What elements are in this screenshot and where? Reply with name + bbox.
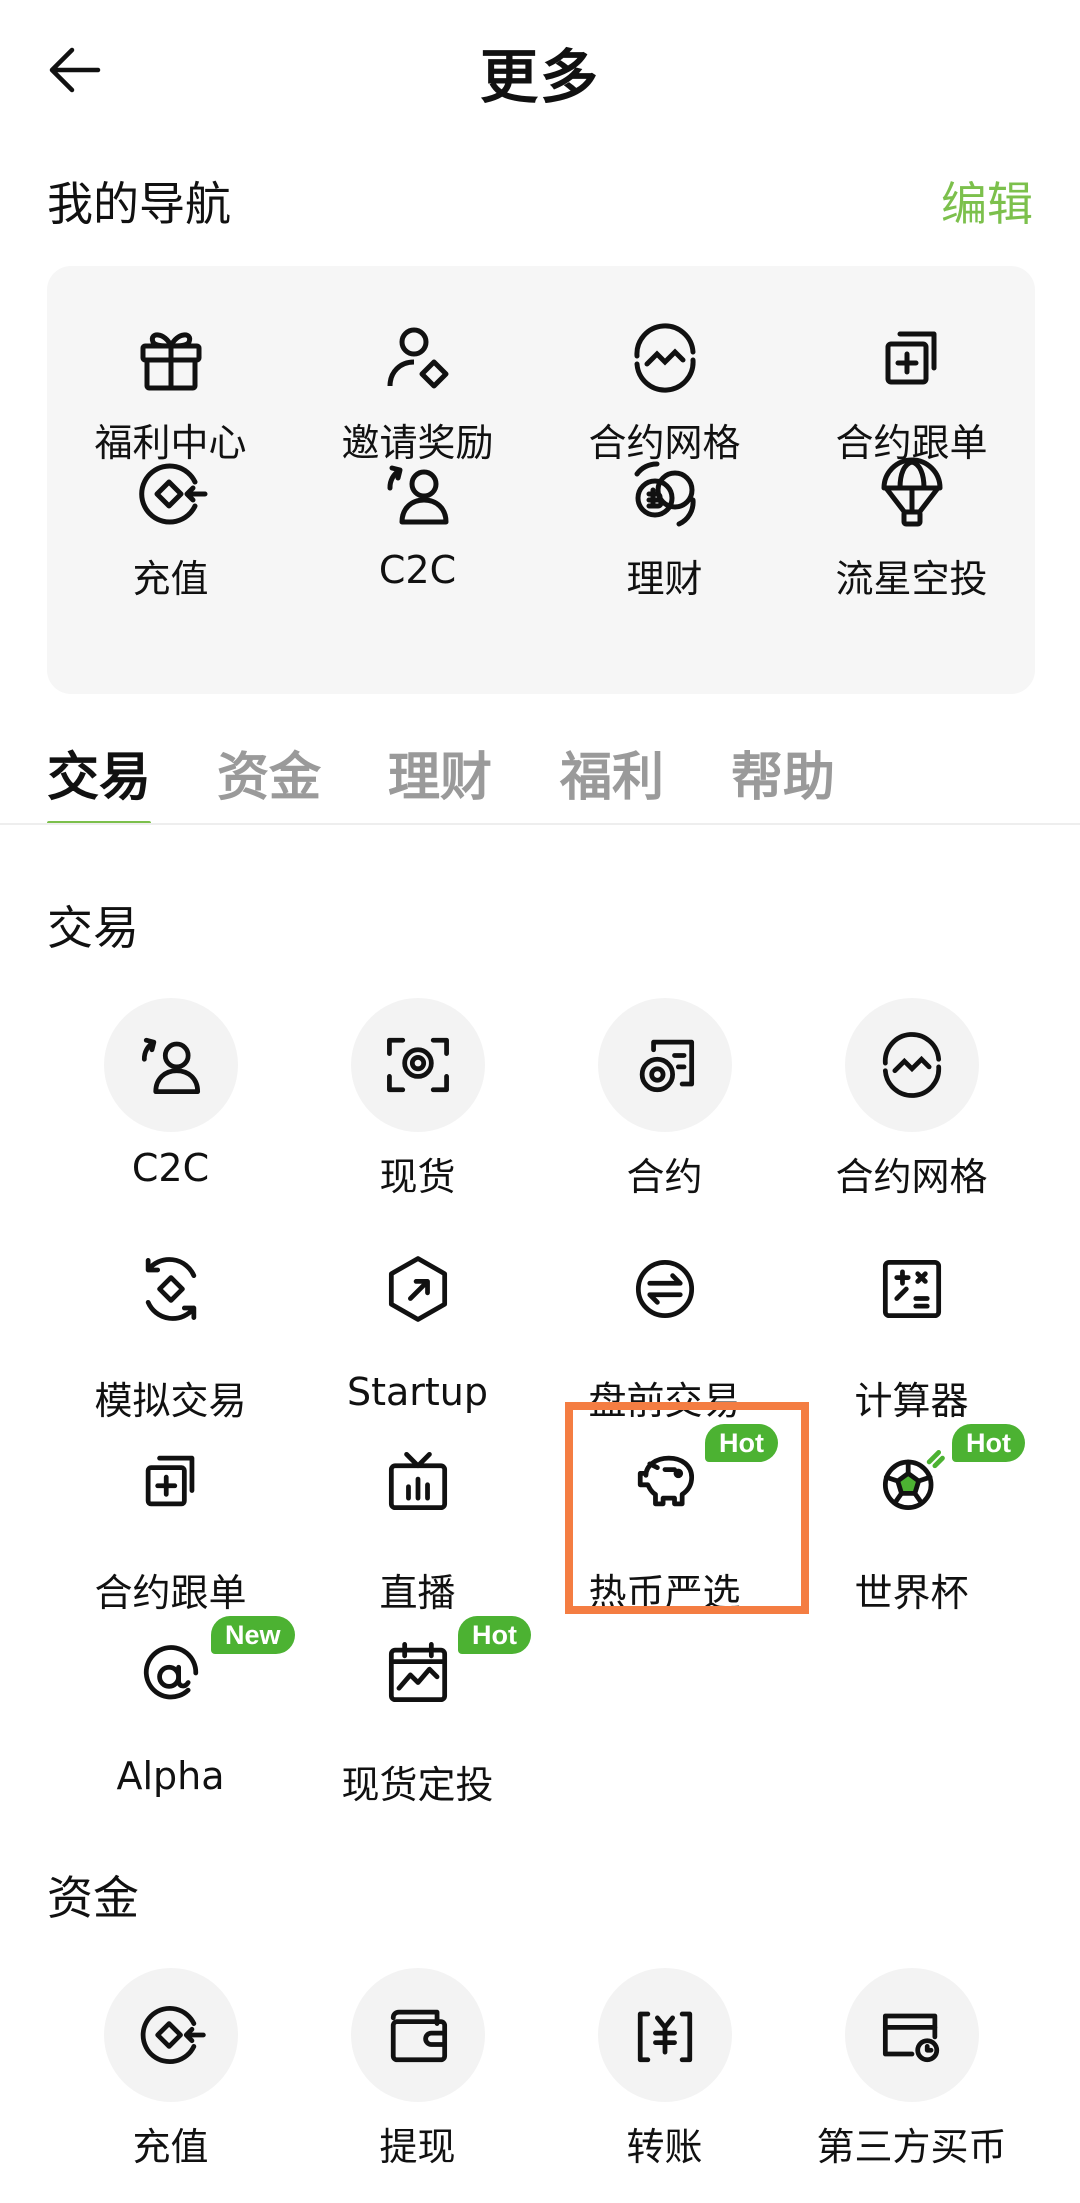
hot-badge: Hot (458, 1616, 531, 1654)
c2c-icon (376, 452, 460, 536)
airdrop-icon (870, 452, 954, 536)
tab-help[interactable]: 帮助 (731, 735, 835, 810)
futures-icon (597, 998, 732, 1132)
trade-section-title: 交易 (47, 901, 139, 955)
deposit-icon (129, 452, 213, 536)
funds-item-transfer[interactable]: 转账 (541, 1968, 788, 2171)
funds-item-deposit[interactable]: 充值 (47, 1968, 294, 2171)
c2c-icon (103, 998, 238, 1132)
demo-trading-icon (104, 1222, 238, 1356)
trade-item-copy-trade[interactable]: 合约跟单 (47, 1414, 294, 1617)
tab-trade[interactable]: 交易 (47, 735, 151, 810)
trade-item-startup[interactable]: Startup (294, 1222, 541, 1414)
my-nav-panel: 福利中心 邀请奖励 合约网格 合约跟单 充值 C2C 理财 流星空投 (47, 266, 1035, 694)
grid-trading-icon (844, 998, 979, 1132)
trade-item-calculator[interactable]: 计算器 (788, 1222, 1035, 1425)
new-badge: New (211, 1616, 295, 1654)
trade-item-premarket[interactable]: 盘前交易 (541, 1222, 788, 1425)
hot-badge: Hot (952, 1424, 1025, 1462)
spot-icon (350, 998, 485, 1132)
tab-divider (0, 823, 1080, 825)
nav-item-c2c[interactable]: C2C (294, 452, 541, 592)
nav-item-copy-trade[interactable]: 合约跟单 (788, 316, 1035, 467)
nav-item-airdrop[interactable]: 流星空投 (788, 452, 1035, 603)
copy-trade-icon (870, 316, 954, 400)
card-icon (844, 1968, 979, 2102)
trade-item-grid[interactable]: 合约网格 (788, 998, 1035, 1201)
pre-market-icon (598, 1222, 732, 1356)
tab-funds[interactable]: 资金 (217, 735, 321, 810)
trade-item-spot[interactable]: 现货 (294, 998, 541, 1201)
funds-item-third-party[interactable]: 第三方买币 (788, 1968, 1035, 2171)
nav-item-welfare[interactable]: 福利中心 (47, 316, 294, 467)
gift-icon (129, 316, 213, 400)
deposit-icon (103, 1968, 238, 2102)
trade-item-c2c[interactable]: C2C (47, 998, 294, 1190)
page-title: 更多 (479, 43, 600, 111)
nav-item-invite[interactable]: 邀请奖励 (294, 316, 541, 467)
edit-button[interactable]: 编辑 (941, 168, 1033, 234)
wallet-icon (350, 1968, 485, 2102)
nav-item-deposit[interactable]: 充值 (47, 452, 294, 603)
trade-item-demo[interactable]: 模拟交易 (47, 1222, 294, 1425)
startup-icon (351, 1222, 485, 1356)
nav-item-grid[interactable]: 合约网格 (541, 316, 788, 467)
calculator-icon (845, 1222, 979, 1356)
funds-section-title: 资金 (47, 1871, 139, 1925)
live-tv-icon (351, 1414, 485, 1548)
invite-icon (376, 316, 460, 400)
trade-item-live[interactable]: 直播 (294, 1414, 541, 1617)
funds-item-withdraw[interactable]: 提现 (294, 1968, 541, 2171)
trade-item-futures[interactable]: 合约 (541, 998, 788, 1201)
earn-icon (623, 452, 707, 536)
grid-trading-icon (623, 316, 707, 400)
highlight-box (565, 1402, 809, 1614)
nav-item-earn[interactable]: 理财 (541, 452, 788, 603)
tab-welfare[interactable]: 福利 (560, 735, 664, 810)
tab-earn[interactable]: 理财 (388, 735, 492, 810)
my-nav-title: 我的导航 (47, 177, 231, 231)
copy-trade-icon (104, 1414, 238, 1548)
transfer-icon (597, 1968, 732, 2102)
